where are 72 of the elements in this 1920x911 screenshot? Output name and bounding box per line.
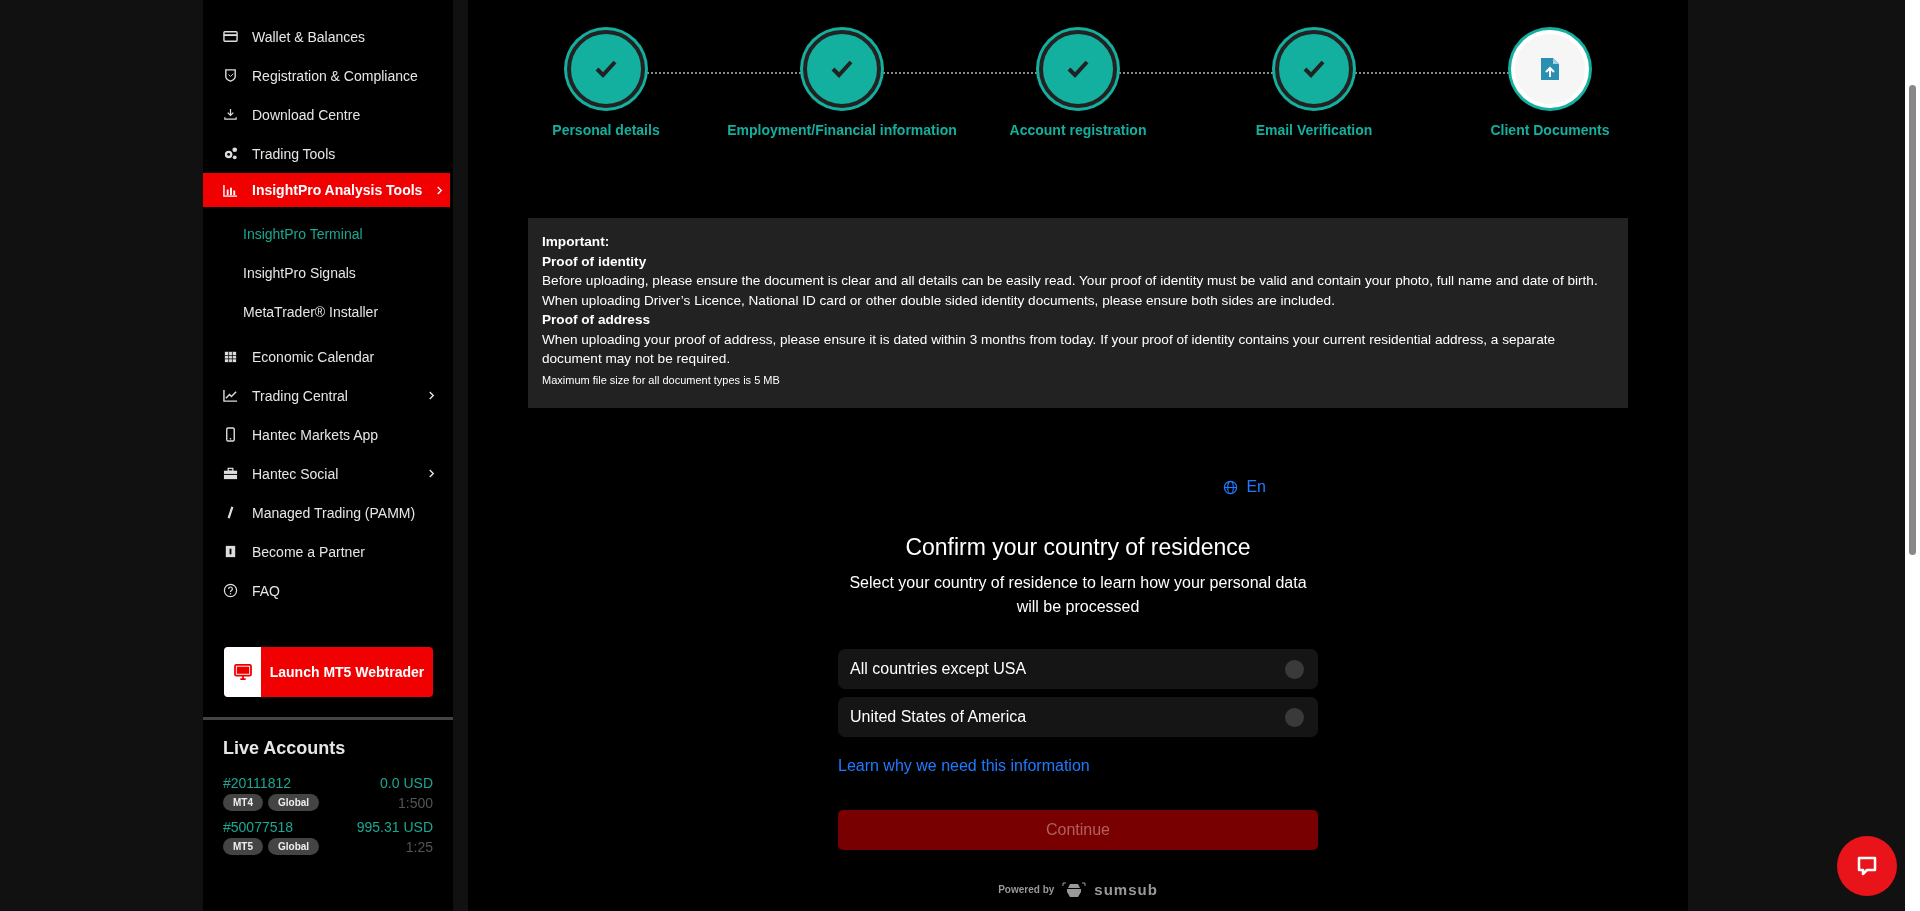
radio-button[interactable] [1285,659,1304,679]
radio-button[interactable] [1285,707,1304,727]
sidebar-item[interactable]: Become a Partner [203,532,453,571]
form-title: Confirm your country of residence [904,534,1252,561]
chevron-right-icon [436,185,444,195]
globe-icon [1223,479,1239,495]
account-tag: MT4 [223,794,263,811]
section-title: Live Accounts [223,738,347,759]
sidebar-item[interactable]: Hantec Markets App [203,415,453,454]
badge-icon [223,544,238,559]
account-tag: Global [268,794,320,811]
account-tag: MT5 [223,838,263,855]
language-selector[interactable]: En [1223,478,1266,496]
country-option[interactable]: United States of America [838,697,1318,737]
document-upload-icon [1540,57,1560,81]
step-label: Email Verification [1255,122,1373,138]
check-icon [830,59,854,79]
notice-text: When uploading your proof of address, please ensure it is dated within 3 months from today. If your proof of identity contains your current residential address, a separate document may not be required. [542,330,1557,368]
chevron-right-icon [428,469,435,478]
sidebar-item[interactable]: Hantec Social [203,454,453,493]
country-option[interactable]: All countries except USA [838,649,1318,689]
step-label: Account registration [1009,122,1147,138]
download-icon [223,107,238,122]
sidebar-item[interactable]: FAQ [203,571,453,610]
sidebar-item[interactable]: Registration & Compliance [203,56,453,95]
trend-icon [223,388,238,403]
sidebar-item[interactable]: Managed Trading (PAMM) [203,493,453,532]
calendar-icon [223,349,238,364]
shield-icon [223,68,238,83]
form-subtitle: Select your country of residence to learn how your personal data will be processed [848,573,1308,617]
notice-heading: Proof of address [542,311,651,329]
submenu-item[interactable]: InsightPro Signals [203,254,453,293]
account-number[interactable]: #50077518 [223,819,294,835]
notice-title: Important: [542,233,611,251]
account-number[interactable]: #20111812 [223,775,291,791]
account-leverage: 1:500 [397,794,433,811]
brand-name: sumsub [1094,880,1158,898]
phone-icon [223,427,238,442]
notice-heading: Proof of identity [542,252,648,271]
step-label: Personal details [552,122,660,138]
check-icon [1302,59,1326,79]
monitor-icon [233,664,252,680]
step-label: Client Documents [1490,122,1610,138]
launch-webtrader-button[interactable]: Launch MT5 Webtrader [224,647,433,697]
briefcase-icon [223,466,238,481]
account-leverage: 1:25 [405,838,433,855]
step-label: Employment/Financial information [727,122,957,138]
account-balance: 0.0 USD [380,775,433,791]
sidebar-item[interactable]: Wallet & Balances [203,17,453,56]
notice-text: Before uploading, please ensure the document is clear and all details can be easily read. Your proof of identity must be valid and contain your photo, full name and date of birth. When uploading Driver’s Licence, National ID card or other double sided identity documents, please ensure both sides are included. [542,272,1599,310]
sidebar-item[interactable]: Economic Calendar [203,337,453,376]
chevron-right-icon [428,391,435,400]
wallet-icon [223,29,238,44]
submenu-item[interactable]: MetaTrader® Installer [203,293,453,332]
robot-logo-icon [1062,880,1087,898]
notice-footnote: Maximum file size for all document types is 5 MB [542,372,781,388]
check-icon [594,59,618,79]
check-icon [1066,59,1090,79]
sidebar-item[interactable]: Download Centre [203,95,453,134]
sidebar-item[interactable]: Trading Tools [203,134,453,173]
info-link[interactable]: Learn why we need this information [838,757,1318,775]
powered-by-text: Powered by [998,883,1055,895]
account-tag: Global [268,838,320,855]
submenu-item[interactable]: InsightPro Terminal [203,215,453,254]
scrollbar-thumb[interactable] [1909,85,1916,555]
sidebar-item[interactable]: Trading Central [203,376,453,415]
question-icon [223,583,238,598]
account-balance: 995.31 USD [356,819,433,835]
chart-icon [223,182,238,198]
sidebar-item[interactable]: InsightPro Analysis Tools [203,173,450,207]
gears-icon [223,146,238,161]
chat-bubble-icon [1855,854,1879,878]
